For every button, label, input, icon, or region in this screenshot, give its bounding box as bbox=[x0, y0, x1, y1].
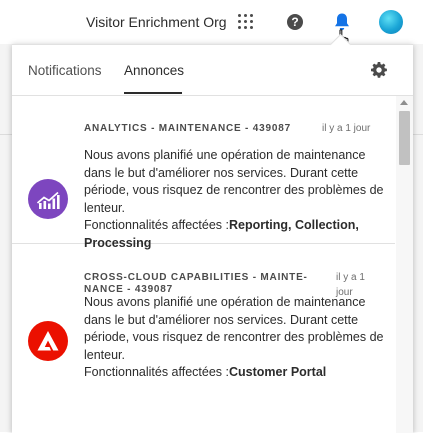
org-switcher[interactable]: Visitor Enrichment Org bbox=[86, 14, 227, 30]
affected-label: Fonctionnalités affectées : bbox=[84, 218, 229, 232]
announcement-item[interactable]: CROSS-CLOUD CAPABILITIES - MAINTE- NANCE… bbox=[12, 244, 395, 433]
announcement-title: CROSS-CLOUD CAPABILITIES - MAINTE- NANCE… bbox=[84, 272, 308, 296]
announcement-title-line: CROSS-CLOUD CAPABILITIES - MAINTE- bbox=[84, 272, 308, 283]
notifications-panel: Notifications Annonces ANALYTICS - MAINT… bbox=[12, 44, 413, 433]
scroll-up-arrow-icon[interactable] bbox=[400, 100, 408, 105]
active-tab-indicator bbox=[124, 92, 182, 94]
scroll-thumb[interactable] bbox=[399, 111, 410, 165]
announcement-time-line: il y a 1 bbox=[336, 272, 365, 283]
tab-annonces[interactable]: Annonces bbox=[124, 63, 184, 78]
scrollbar[interactable] bbox=[396, 96, 413, 433]
help-icon[interactable]: ? bbox=[287, 14, 303, 30]
announcement-body: Nous avons planifié une opération de mai… bbox=[84, 147, 384, 252]
affected-value: Customer Portal bbox=[229, 365, 327, 379]
apps-grid-icon[interactable] bbox=[238, 14, 254, 30]
announcement-body: Nous avons planifié une opération de mai… bbox=[84, 294, 384, 382]
announcement-title: ANALYTICS - MAINTENANCE - 439087 bbox=[84, 123, 291, 134]
announcement-text: Nous avons planifié une opération de mai… bbox=[84, 295, 384, 362]
tab-notifications[interactable]: Notifications bbox=[28, 63, 102, 78]
analytics-icon bbox=[28, 179, 68, 219]
avatar[interactable] bbox=[379, 10, 403, 34]
background-page-right bbox=[413, 44, 423, 432]
background-page-left bbox=[0, 44, 12, 432]
announcement-text: Nous avons planifié une opération de mai… bbox=[84, 148, 384, 215]
affected-label: Fonctionnalités affectées : bbox=[84, 365, 229, 379]
panel-tabs: Notifications Annonces bbox=[12, 45, 413, 96]
announcement-item[interactable]: ANALYTICS - MAINTENANCE - 439087 il y a … bbox=[12, 96, 395, 250]
top-bar: Visitor Enrichment Org ? bbox=[0, 0, 423, 50]
adobe-icon bbox=[28, 321, 68, 361]
announcement-time: il y a 1 jour bbox=[322, 123, 371, 134]
announcement-list: ANALYTICS - MAINTENANCE - 439087 il y a … bbox=[12, 96, 395, 433]
gear-icon[interactable] bbox=[371, 62, 387, 78]
